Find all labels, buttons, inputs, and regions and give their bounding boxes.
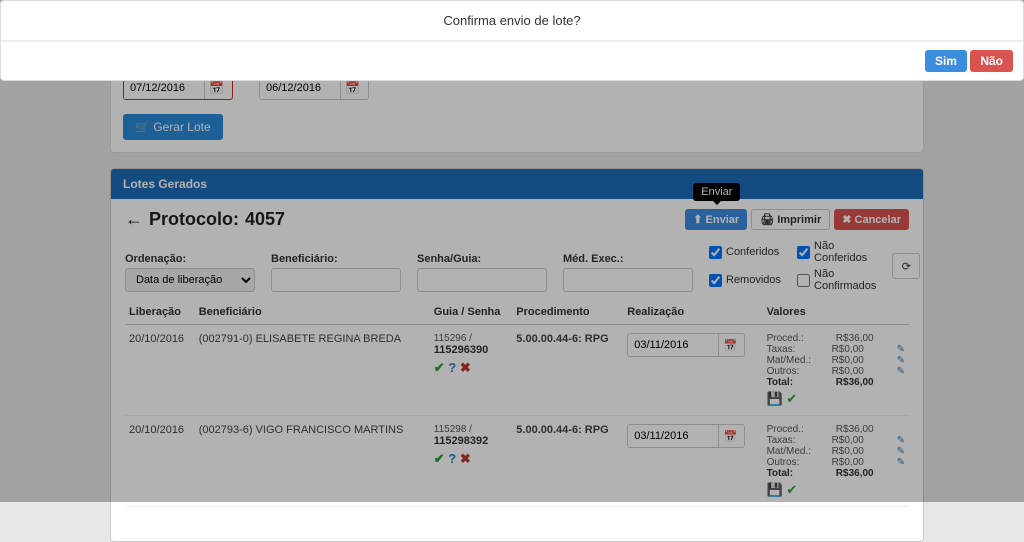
confirm-modal: Confirma envio de lote? Sim Não xyxy=(0,0,1024,81)
modal-yes-button[interactable]: Sim xyxy=(925,50,967,72)
modal-no-button[interactable]: Não xyxy=(970,50,1013,72)
modal-title: Confirma envio de lote? xyxy=(1,1,1023,41)
